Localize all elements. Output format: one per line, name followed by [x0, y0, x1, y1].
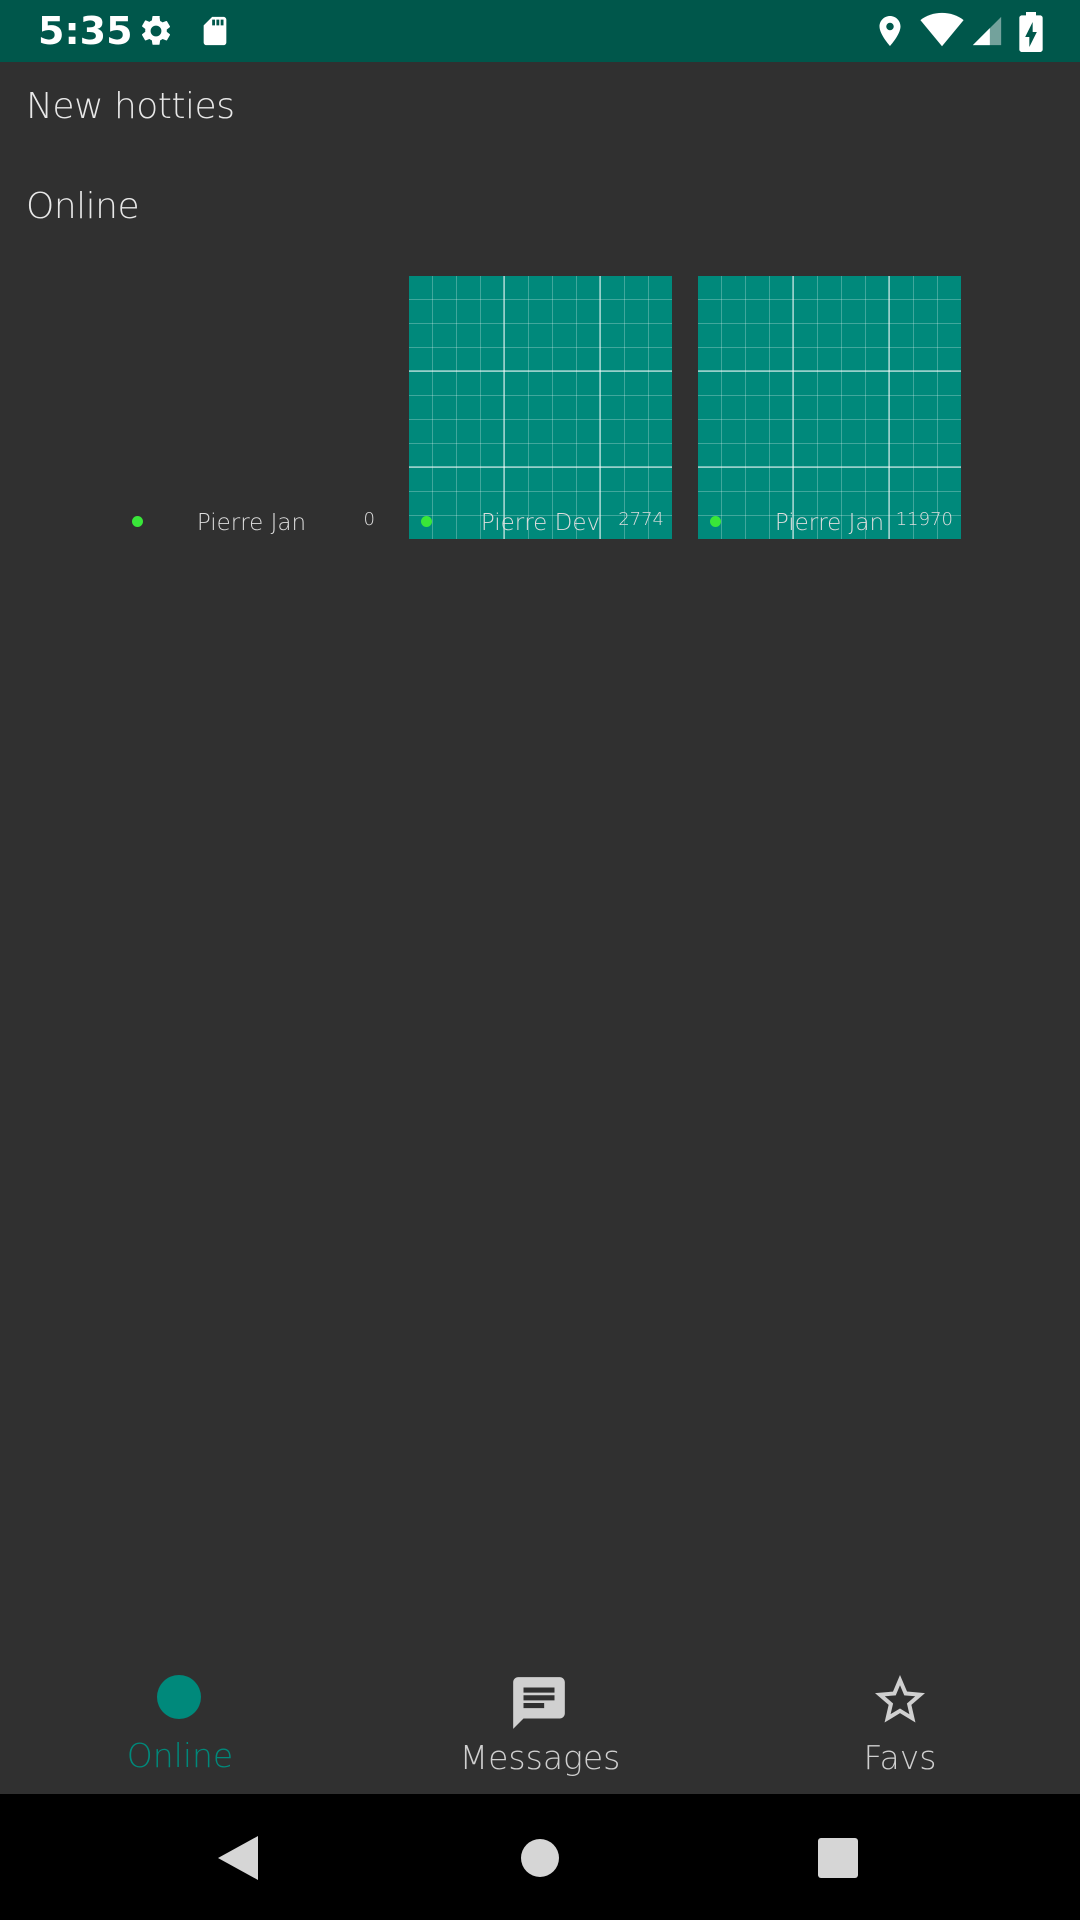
gear-icon — [141, 15, 171, 45]
bottom-navigation: Online Messages Favs — [0, 1644, 1080, 1794]
home-icon[interactable] — [520, 1838, 560, 1878]
nav-label: Favs — [863, 1738, 937, 1777]
nav-label: Online — [126, 1736, 234, 1775]
message-icon — [513, 1677, 565, 1729]
recents-icon[interactable] — [818, 1838, 858, 1878]
user-card[interactable]: Pierre Jan 11970 — [698, 276, 961, 539]
sd-card-icon — [203, 16, 227, 46]
nav-item-messages[interactable]: Messages — [360, 1644, 720, 1794]
system-navigation-bar — [0, 1794, 1080, 1920]
wifi-icon — [920, 12, 964, 47]
new-hotties-heading: New hotties — [26, 86, 235, 127]
battery-charging-icon — [1019, 12, 1043, 52]
user-count: 11970 — [895, 509, 953, 530]
status-bar: 5:35 — [0, 0, 1080, 62]
user-name: Pierre Jan — [196, 510, 307, 536]
status-time: 5:35 — [38, 9, 133, 53]
star-icon — [875, 1675, 925, 1723]
user-card[interactable]: Pierre Jan 0 — [120, 276, 383, 539]
user-card[interactable]: Pierre Dev 2774 — [409, 276, 672, 539]
location-icon — [879, 16, 901, 46]
online-heading: Online — [26, 186, 140, 227]
nav-item-favs[interactable]: Favs — [720, 1644, 1080, 1794]
signal-icon — [972, 16, 1002, 46]
app-screen: 5:35 New hotties Online Pierre Jan 0 Pie… — [0, 0, 1080, 1920]
nav-item-online[interactable]: Online — [0, 1644, 360, 1794]
back-icon[interactable] — [216, 1834, 260, 1882]
online-dot-icon — [157, 1675, 201, 1719]
user-count: 2774 — [618, 509, 664, 530]
nav-label: Messages — [459, 1738, 621, 1777]
user-count: 0 — [363, 509, 375, 530]
